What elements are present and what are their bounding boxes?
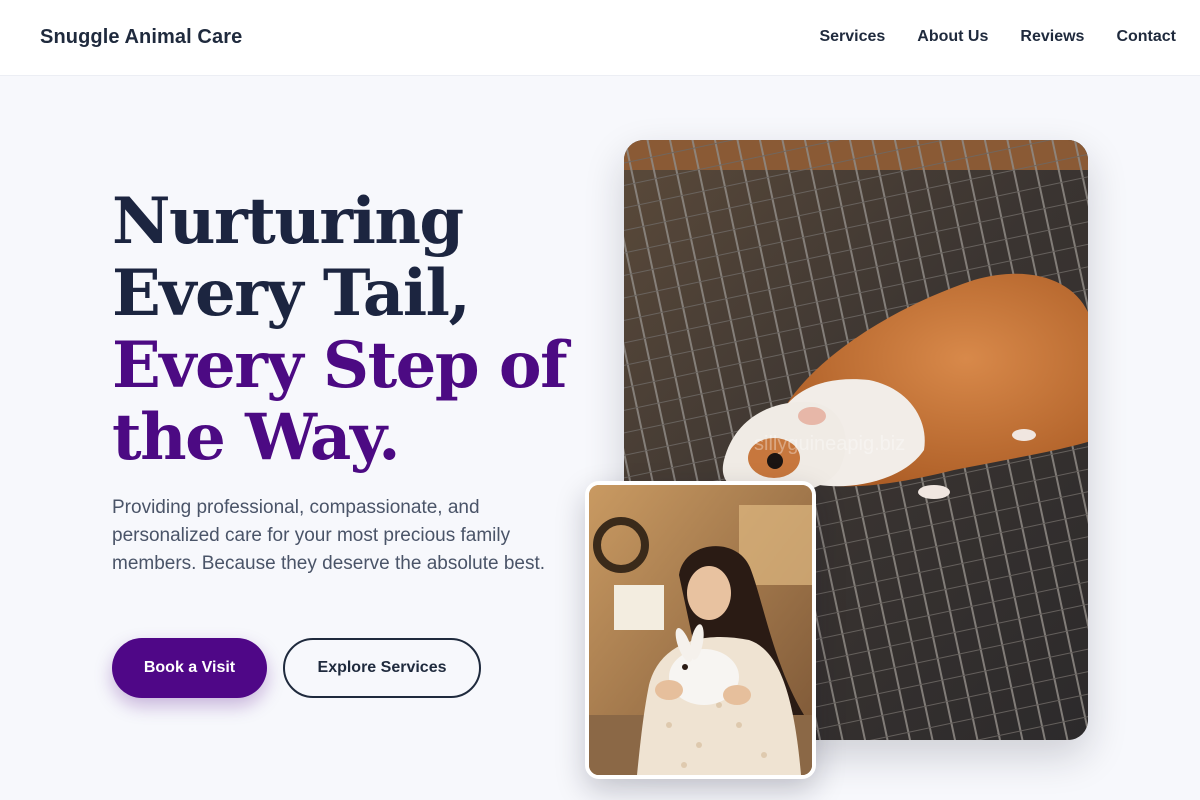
hero-subtext: Providing professional, compassionate, a… [112, 497, 546, 574]
book-visit-button[interactable]: Book a Visit [112, 638, 267, 698]
nav-item-about-us[interactable]: About Us [917, 28, 988, 46]
main-nav: Services About Us Reviews Contact [819, 28, 1176, 46]
headline-accent: Every Step of the Way. [112, 328, 568, 475]
site-header: Snuggle Animal Care Services About Us Re… [0, 0, 1200, 76]
woman-with-rabbit-photo [585, 481, 816, 779]
nav-item-contact[interactable]: Contact [1116, 28, 1176, 46]
hero-headline: Nurturing Every Tail, Every Step of the … [112, 186, 582, 474]
nav-item-services[interactable]: Services [819, 28, 885, 46]
nav-item-reviews[interactable]: Reviews [1020, 28, 1084, 46]
headline-primary: Nurturing Every Tail, [112, 184, 471, 331]
brand-logo[interactable]: Snuggle Animal Care [40, 26, 242, 49]
explore-services-button[interactable]: Explore Services [283, 638, 481, 698]
watermark-text: sillyguineapig.biz [754, 433, 905, 455]
